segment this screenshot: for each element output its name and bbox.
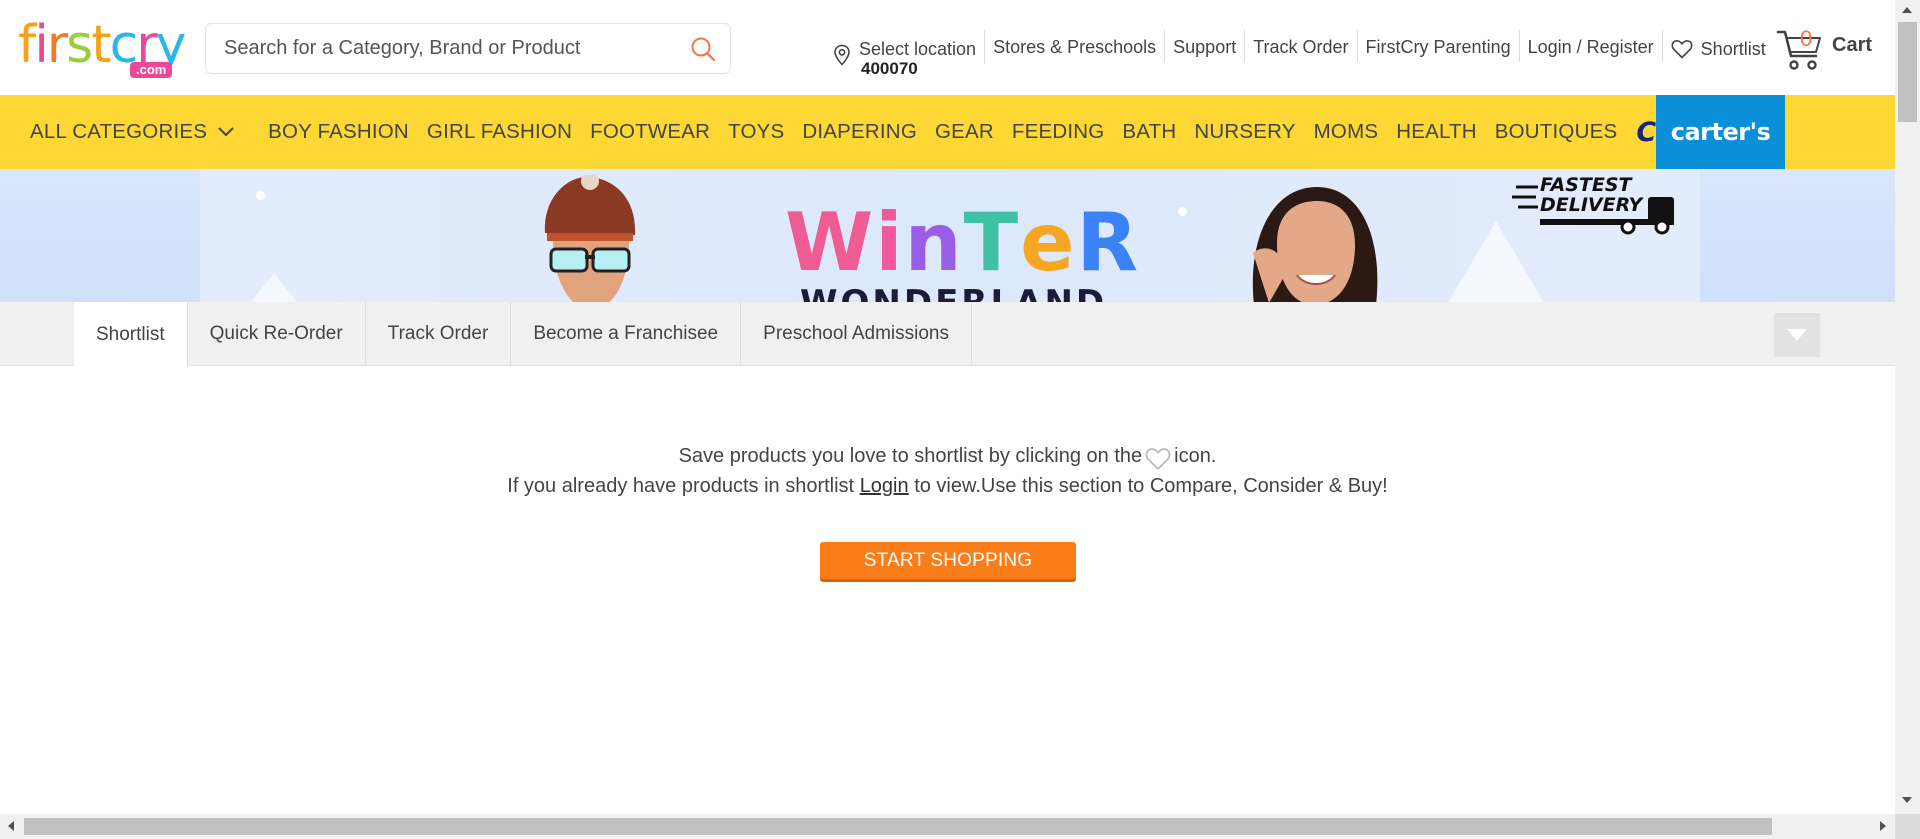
carters-logo[interactable]: carter's (1656, 95, 1785, 169)
delivery-line2: DELIVERY (1540, 194, 1643, 216)
nav-boy-fashion[interactable]: BOY FASHION (259, 120, 418, 144)
empty-shortlist-message: Save products you love to shortlist by c… (0, 440, 1895, 501)
location-pincode: 400070 (861, 59, 918, 78)
nav-diapering[interactable]: DIAPERING (793, 120, 926, 144)
empty-line2-text: If you already have products in shortlis… (507, 475, 855, 497)
nav-boutiques[interactable]: BOUTIQUES (1486, 120, 1627, 144)
scrollbar-corner (1895, 814, 1920, 839)
nav-health[interactable]: HEALTH (1387, 120, 1486, 144)
nav-footwear[interactable]: FOOTWEAR (581, 120, 719, 144)
tab-quick-reorder[interactable]: Quick Re-Order (188, 302, 366, 366)
fastest-delivery-badge: FASTEST DELIVERY (1512, 175, 1682, 237)
shortlist-label: Shortlist (1700, 39, 1766, 59)
banner-boy-image (544, 175, 636, 302)
shortlist-link[interactable]: Shortlist (1663, 30, 1774, 62)
caret-down-icon (1787, 329, 1807, 341)
login-register-link[interactable]: Login / Register (1520, 30, 1663, 62)
vertical-scroll-thumb[interactable] (1898, 22, 1917, 122)
logo-com-badge: .com (130, 62, 173, 78)
all-categories-menu[interactable]: ALL CATEGORIES (12, 120, 259, 144)
banner-subtitle: WONDERLAND (800, 283, 1107, 302)
cart-label: Cart (1832, 34, 1873, 56)
nav-nursery[interactable]: NURSERY (1185, 120, 1304, 144)
search-box (205, 23, 731, 74)
horizontal-scrollbar[interactable] (0, 814, 1920, 839)
nav-toys[interactable]: TOYS (719, 120, 793, 144)
nav-moms[interactable]: MOMS (1305, 120, 1388, 144)
scroll-right-arrow[interactable] (1880, 821, 1886, 831)
cart-count: 0 (1800, 26, 1813, 51)
search-input[interactable] (224, 24, 664, 73)
all-categories-label: ALL CATEGORIES (30, 120, 208, 143)
location-label: Select location (859, 39, 977, 59)
chevron-down-icon (218, 127, 234, 137)
empty-line1-text: Save products you love to shortlist by c… (678, 444, 1143, 467)
scroll-left-arrow[interactable] (8, 821, 14, 831)
firstcry-logo[interactable]: firstcry .com (18, 16, 190, 86)
site-header: firstcry .com Select location 400070 Sto… (0, 0, 1895, 95)
horizontal-scroll-thumb[interactable] (24, 818, 1772, 835)
vertical-scrollbar[interactable] (1895, 0, 1920, 814)
support-link[interactable]: Support (1165, 30, 1246, 62)
search-icon[interactable] (690, 36, 716, 62)
snowflake (1178, 207, 1187, 216)
nav-bath[interactable]: BATH (1113, 120, 1185, 144)
tab-preschool-admissions[interactable]: Preschool Admissions (741, 302, 973, 366)
tabs-more-button[interactable] (1774, 313, 1820, 357)
snowflake (256, 191, 265, 200)
select-location[interactable]: Select location 400070 (833, 30, 986, 78)
account-tabs: Shortlist Quick Re-Order Track Order Bec… (0, 302, 1895, 367)
delivery-line1: FASTEST (1540, 174, 1632, 196)
banner-mountain (250, 273, 298, 302)
login-link[interactable]: Login (860, 475, 909, 497)
empty-line2-suffix: to view.Use this section to Compare, Con… (914, 475, 1388, 497)
banner-girl-image (1252, 187, 1378, 302)
scroll-down-arrow[interactable] (1902, 797, 1912, 803)
location-pin-icon (834, 44, 850, 66)
top-links: Select location 400070 Stores & Preschoo… (833, 30, 1774, 78)
stores-preschools-link[interactable]: Stores & Preschools (985, 30, 1166, 62)
nav-gear[interactable]: GEAR (926, 120, 1003, 144)
tab-become-franchisee[interactable]: Become a Franchisee (511, 302, 742, 366)
heart-icon (1671, 40, 1693, 59)
tab-track-order[interactable]: Track Order (366, 302, 512, 366)
banner-title: WinTeR (785, 196, 1141, 289)
empty-line1-suffix: icon. (1174, 444, 1217, 467)
nav-girl-fashion[interactable]: GIRL FASHION (418, 120, 581, 144)
tab-shortlist[interactable]: Shortlist (74, 302, 188, 367)
heart-icon (1145, 448, 1171, 471)
track-order-link[interactable]: Track Order (1245, 30, 1358, 62)
scroll-up-arrow[interactable] (1902, 7, 1912, 13)
nav-feeding[interactable]: FEEDING (1003, 120, 1114, 144)
cart-button[interactable]: 0 Cart (1776, 24, 1886, 74)
firstcry-parenting-link[interactable]: FirstCry Parenting (1358, 30, 1520, 62)
promo-banner[interactable]: WinTeR WONDERLAND FASTEST DELIVERY (0, 169, 1895, 302)
empty-line2: If you already have products in shortlis… (0, 472, 1895, 501)
category-nav: ALL CATEGORIES BOY FASHION GIRL FASHION … (0, 95, 1895, 169)
start-shopping-button[interactable]: START SHOPPING (820, 542, 1076, 582)
